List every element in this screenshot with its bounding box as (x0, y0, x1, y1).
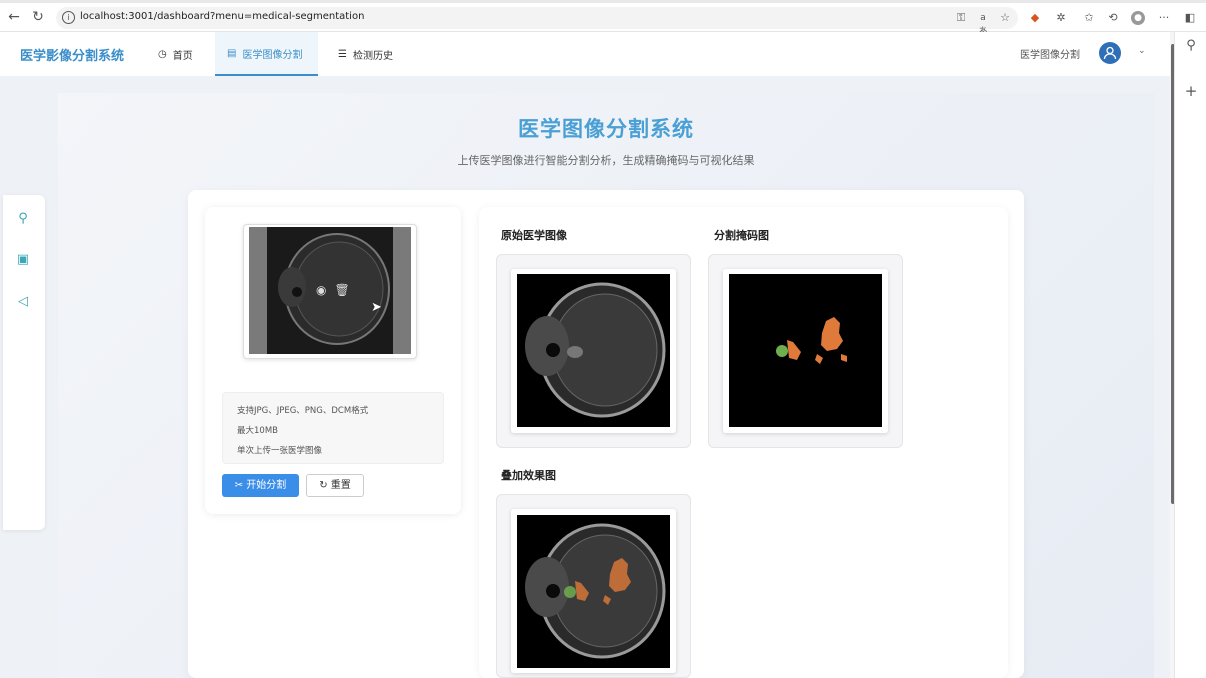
image-frame-icon[interactable]: ▣ (15, 252, 31, 268)
nav-home[interactable]: ◷ 首页 (146, 32, 205, 76)
favorites-icon[interactable]: ✩ (1082, 11, 1096, 25)
brand-title: 医学影像分割系统 (20, 49, 125, 64)
more-icon[interactable]: ··· (1157, 11, 1171, 25)
reset-button[interactable]: ↻ 重置 (306, 474, 364, 497)
history-icon[interactable]: ⟲ (1106, 11, 1120, 25)
reset-icon: ↻ (319, 480, 328, 491)
browser-toolbar: ← ↻ i localhost:3001/dashboard?menu=medi… (0, 3, 1206, 37)
left-toolstrip: ⚲ ▣ ◁ (3, 195, 45, 530)
page-subtitle: 上传医学图像进行智能分割分析，生成精确掩码与可视化结果 (457, 154, 755, 167)
read-aloud-icon[interactable]: aあ (976, 11, 990, 37)
sidebar-icon[interactable]: ◧ (1183, 11, 1197, 25)
original-image-label: 原始医学图像 (501, 229, 567, 242)
upload-tips: 支持JPG、JPEG、PNG、DCM格式 最大10MB 单次上传一张医学图像 (222, 392, 444, 464)
scissors-icon: ✂ (234, 480, 244, 491)
overlay-image-label: 叠加效果图 (501, 469, 556, 482)
announcement-icon[interactable]: ◁ (15, 294, 31, 310)
key-icon[interactable]: ⚿ (954, 11, 968, 25)
user-icon (1103, 46, 1117, 60)
mask-image (729, 274, 882, 427)
tip-size: 最大10MB (237, 426, 278, 436)
mask-image-label: 分割掩码图 (714, 229, 769, 242)
header-current-page: 医学图像分割 (1020, 50, 1080, 61)
document-icon: ▤ (227, 47, 237, 59)
list-icon: ☰ (338, 48, 347, 60)
tip-count: 单次上传一张医学图像 (237, 446, 323, 456)
thumbnail-actions: ◉🗑 (316, 283, 358, 297)
start-button-label: 开始分割 (246, 480, 287, 491)
zoom-search-icon[interactable]: ⚲ (15, 211, 31, 227)
extension-icon[interactable]: ◆ (1028, 11, 1042, 25)
favorite-star-icon[interactable]: ☆ (998, 11, 1012, 25)
tip-formats: 支持JPG、JPEG、PNG、DCM格式 (237, 406, 369, 416)
eye-icon[interactable]: ◉ (316, 283, 334, 297)
start-segmentation-button[interactable]: ✂ 开始分割 (222, 474, 299, 497)
edge-sidebar: ⚲ + (1174, 32, 1206, 678)
refresh-icon[interactable]: ↻ (30, 9, 46, 25)
clock-icon: ◷ (158, 48, 167, 60)
back-icon[interactable]: ← (6, 9, 22, 25)
user-avatar[interactable] (1099, 42, 1121, 64)
nav-home-label: 首页 (172, 50, 193, 62)
nav-history-label: 检测历史 (352, 50, 393, 62)
nav-segmentation[interactable]: ▤ 医学图像分割 (215, 32, 318, 76)
nav-segmentation-label: 医学图像分割 (242, 49, 303, 61)
trash-icon[interactable]: 🗑 (334, 283, 357, 297)
reset-button-label: 重置 (330, 480, 351, 491)
overlay-scan-image (517, 515, 670, 668)
chevron-down-icon[interactable]: ⌄ (1138, 46, 1146, 56)
page-title: 医学图像分割系统 (518, 117, 694, 141)
profile-icon[interactable]: ● (1131, 11, 1145, 25)
url-text: localhost:3001/dashboard?menu=medical-se… (80, 11, 365, 22)
mouse-cursor-icon: ➤ (371, 300, 382, 315)
original-scan-image (517, 274, 670, 427)
nav-history[interactable]: ☰ 检测历史 (326, 32, 405, 76)
address-bar[interactable]: i localhost:3001/dashboard?menu=medical-… (56, 7, 1018, 37)
search-icon[interactable]: ⚲ (1183, 38, 1199, 54)
site-info-icon[interactable]: i (62, 11, 75, 24)
app-header: 医学影像分割系统 ◷ 首页 ▤ 医学图像分割 ☰ 检测历史 医学图像分割 ⌄ (0, 32, 1170, 76)
puzzle-icon[interactable]: ✲ (1054, 11, 1068, 25)
add-icon[interactable]: + (1183, 83, 1199, 99)
